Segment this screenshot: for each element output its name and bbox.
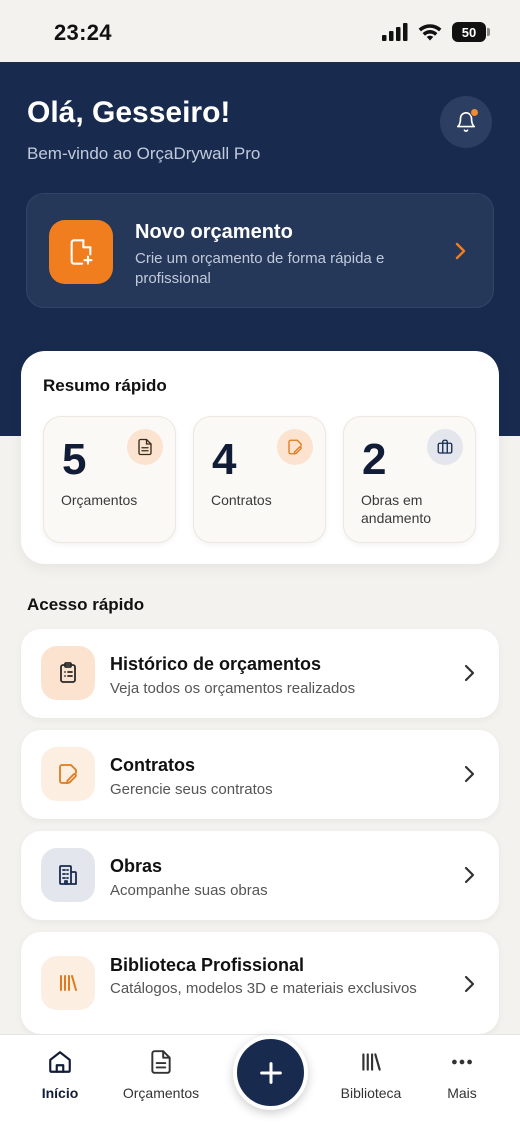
row-icon-box xyxy=(41,646,95,700)
row-title: Biblioteca Profissional xyxy=(110,955,305,975)
stat-value: 2 xyxy=(362,435,387,484)
greeting-title: Olá, Gesseiro! xyxy=(27,96,231,129)
tab-library[interactable]: Biblioteca xyxy=(321,1049,421,1101)
contract-edit-icon xyxy=(288,439,302,455)
quick-access-title: Acesso rápido xyxy=(27,595,145,614)
chevron-right-icon xyxy=(464,975,475,993)
chevron-right-icon xyxy=(464,664,475,682)
quick-access-item-library[interactable]: Biblioteca Profissional Catálogos, model… xyxy=(21,932,499,1034)
notifications-button[interactable] xyxy=(440,96,492,148)
stat-icon-box xyxy=(427,429,463,465)
building-icon xyxy=(59,865,77,885)
stat-works[interactable]: 2 Obras em andamento xyxy=(343,416,476,543)
row-icon-box xyxy=(41,956,95,1010)
more-dots-icon xyxy=(452,1059,472,1065)
clipboard-list-icon xyxy=(60,662,76,683)
quick-access-item-history[interactable]: Histórico de orçamentos Veja todos os or… xyxy=(21,629,499,718)
welcome-subtitle: Bem-vindo ao OrçaDrywall Pro xyxy=(27,144,261,163)
wifi-icon xyxy=(418,24,442,41)
library-icon xyxy=(60,975,77,991)
chevron-right-icon xyxy=(464,765,475,783)
status-time: 23:24 xyxy=(54,20,112,45)
stat-quotes[interactable]: 5 Orçamentos xyxy=(43,416,176,543)
battery-indicator: 50 xyxy=(452,22,490,42)
plus-icon xyxy=(259,1061,282,1084)
row-subtitle: Acompanhe suas obras xyxy=(110,882,268,899)
chevron-right-icon xyxy=(464,866,475,884)
tab-quotes[interactable]: Orçamentos xyxy=(111,1049,211,1101)
row-icon-box xyxy=(41,747,95,801)
tab-label: Biblioteca xyxy=(340,1085,402,1101)
home-icon xyxy=(49,1051,71,1073)
document-icon xyxy=(138,438,152,456)
status-icons: 50 xyxy=(382,22,490,42)
notification-badge xyxy=(470,108,479,117)
row-subtitle: Gerencie seus contratos xyxy=(110,781,273,798)
summary-card: Resumo rápido 5 Orçamentos 4 Contratos 2… xyxy=(21,351,499,564)
stat-value: 5 xyxy=(62,435,87,484)
stat-label: Contratos xyxy=(211,492,272,508)
quick-access-item-contracts[interactable]: Contratos Gerencie seus contratos xyxy=(21,730,499,819)
stat-label: Orçamentos xyxy=(61,492,138,508)
tab-label: Mais xyxy=(447,1085,477,1101)
contract-edit-icon xyxy=(59,764,77,784)
row-title: Obras xyxy=(110,856,163,876)
tab-more[interactable]: Mais xyxy=(412,1049,512,1101)
tab-label: Início xyxy=(41,1085,79,1101)
stat-icon-box xyxy=(127,429,163,465)
file-plus-icon xyxy=(70,239,93,265)
row-icon-box xyxy=(41,848,95,902)
signal-icon xyxy=(382,23,408,41)
stat-label: Obras em andamento xyxy=(361,492,432,526)
new-quote-icon-box xyxy=(49,220,113,284)
new-quote-subtitle: Crie um orçamento de forma rápida e prof… xyxy=(135,250,385,287)
stat-contracts[interactable]: 4 Contratos xyxy=(193,416,326,543)
row-title: Contratos xyxy=(110,755,195,775)
add-button[interactable] xyxy=(233,1035,308,1110)
tab-home[interactable]: Início xyxy=(10,1049,110,1101)
status-bar: 23:24 50 xyxy=(0,0,520,62)
new-quote-title: Novo orçamento xyxy=(135,221,293,243)
summary-title: Resumo rápido xyxy=(43,376,167,395)
row-subtitle: Veja todos os orçamentos realizados xyxy=(110,680,356,697)
quick-access-item-works[interactable]: Obras Acompanhe suas obras xyxy=(21,831,499,920)
tab-label: Orçamentos xyxy=(122,1085,200,1101)
chevron-right-icon xyxy=(455,242,466,260)
briefcase-icon xyxy=(437,439,453,454)
document-icon xyxy=(151,1050,171,1074)
row-subtitle: Catálogos, modelos 3D e materiais exclus… xyxy=(110,980,417,997)
row-title: Histórico de orçamentos xyxy=(110,654,322,674)
stat-icon-box xyxy=(277,429,313,465)
battery-level: 50 xyxy=(461,24,477,40)
library-icon xyxy=(362,1053,381,1071)
stat-value: 4 xyxy=(212,435,237,484)
new-quote-card[interactable]: Novo orçamento Crie um orçamento de form… xyxy=(26,193,494,308)
